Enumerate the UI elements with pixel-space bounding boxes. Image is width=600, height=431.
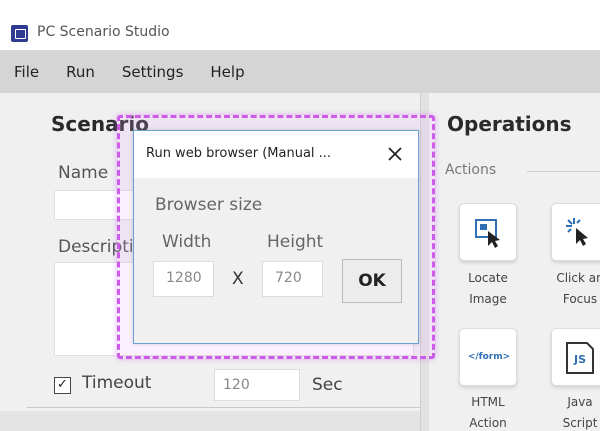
- menu-run[interactable]: Run: [66, 63, 95, 81]
- title-bar: PC Scenario Studio: [0, 0, 600, 50]
- actions-label: Actions: [445, 162, 497, 178]
- locate-image-label: Locate Image: [468, 271, 508, 306]
- click-focus-tile[interactable]: [551, 203, 600, 261]
- svg-text:</form>: </form>: [468, 352, 510, 362]
- javascript-label: Java Script: [562, 395, 598, 430]
- locate-image-icon: [475, 219, 500, 248]
- app-logo-icon: [11, 25, 28, 42]
- timeout-checkbox[interactable]: ✓: [54, 377, 71, 394]
- ok-button[interactable]: OK: [342, 259, 402, 303]
- menu-help[interactable]: Help: [210, 63, 244, 81]
- timeout-input[interactable]: 120: [214, 369, 300, 401]
- close-icon[interactable]: [384, 143, 406, 165]
- html-form-icon: </form>: [468, 352, 510, 362]
- width-input[interactable]: 1280: [153, 261, 214, 297]
- timeout-unit: Sec: [312, 375, 343, 395]
- timeout-label: Timeout: [82, 373, 152, 393]
- dialog-header: Run web browser (Manual ...: [134, 131, 418, 178]
- menu-bar: File Run Settings Help: [0, 50, 600, 93]
- click-focus-icon: [566, 218, 588, 246]
- operations-title: Operations: [447, 112, 572, 136]
- locate-image-tile[interactable]: [459, 203, 517, 261]
- javascript-icon: JS: [566, 342, 594, 374]
- javascript-tile[interactable]: JS: [551, 328, 600, 386]
- name-label: Name: [58, 163, 109, 183]
- click-focus-label: Click an Focus: [556, 271, 600, 306]
- dialog-title: Run web browser (Manual ...: [146, 146, 332, 161]
- html-action-tile[interactable]: </form>: [459, 328, 517, 386]
- size-separator: X: [232, 269, 244, 289]
- svg-text:JS: JS: [573, 353, 586, 366]
- scenario-panel-divider: [27, 407, 420, 408]
- run-web-browser-dialog: Run web browser (Manual ... Browser size…: [133, 130, 419, 344]
- app-title: PC Scenario Studio: [37, 24, 170, 40]
- actions-divider: [527, 171, 600, 172]
- html-action-label: HTML Action: [469, 395, 507, 430]
- menu-settings[interactable]: Settings: [122, 63, 184, 81]
- width-label: Width: [162, 232, 212, 252]
- height-label: Height: [267, 232, 324, 252]
- height-input[interactable]: 720: [262, 261, 323, 297]
- browser-size-label: Browser size: [155, 195, 263, 215]
- bottom-strip: [0, 411, 420, 431]
- menu-file[interactable]: File: [14, 63, 39, 81]
